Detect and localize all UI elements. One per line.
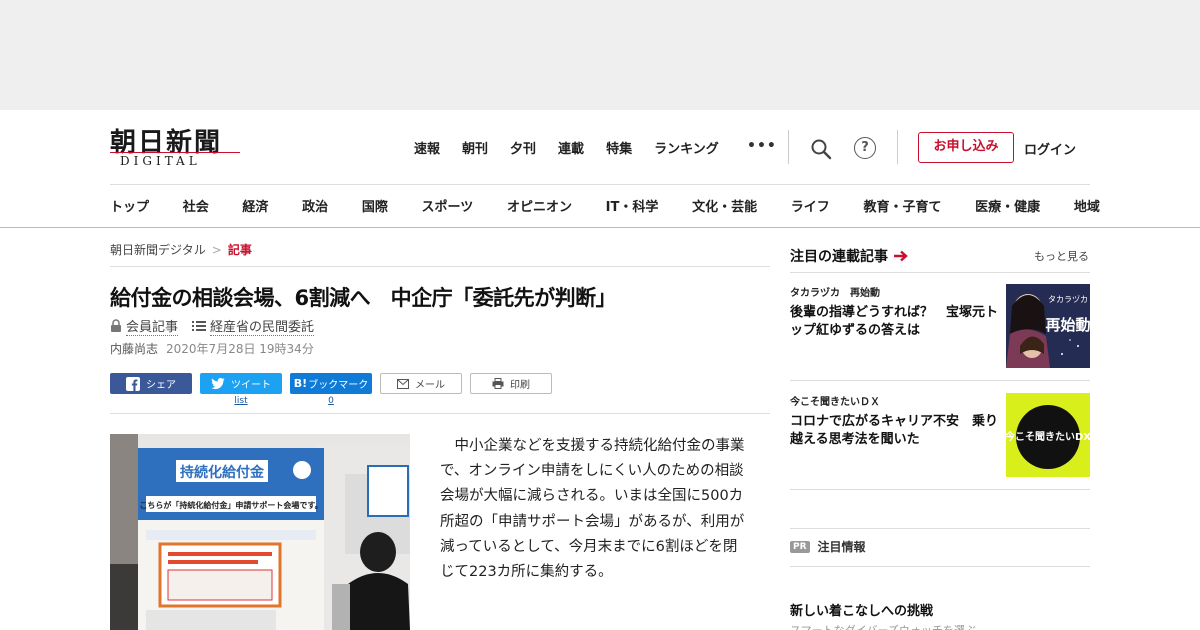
hatena-bookmark-label: ブックマーク [308,380,369,391]
sidebar-divider [790,566,1090,567]
sidebar-more-link[interactable]: もっと見る [1034,248,1089,264]
sidebar-item-takarazuka[interactable]: タカラヅカ 再始動 後輩の指導どうすれば？ 宝塚元トップ紅ゆずるの答えは タカラ… [790,284,1090,368]
publish-date: 2020年7月28日 19時34分 [166,342,314,356]
pr-section: PR 注目情報 [790,538,866,555]
photo-illustration: 持続化給付金 こちらが「持続化給付金」申請サポート会場です。 [110,434,410,630]
search-icon[interactable] [810,138,832,160]
pr-item-title[interactable]: 新しい着こなしへの挑戦 [790,600,933,619]
article-photo[interactable]: 持続化給付金 こちらが「持続化給付金」申請サポート会場です。 [110,434,410,630]
nav-item-ranking[interactable]: ランキング [654,138,719,157]
facebook-share-button[interactable]: シェア [110,373,192,394]
nav-item-choukan[interactable]: 朝刊 [462,138,488,157]
category-life[interactable]: ライフ [791,196,830,215]
print-label: 印刷 [510,380,530,391]
tag-member[interactable]: 会員記事 [110,316,179,336]
twitter-share-button[interactable]: ツイート list [200,373,282,406]
login-link[interactable]: ログイン [1024,139,1076,158]
sidebar-divider [790,528,1090,529]
sidebar-item-title[interactable]: 後輩の指導どうすれば？ 宝塚元トップ紅ゆずるの答えは [790,304,1000,340]
author-name: 内藤尚志 [110,342,159,356]
pr-item-subtitle[interactable]: スマートなダイバーズウォッチを選ぶ [790,622,976,630]
lock-icon [111,319,121,332]
sidebar-title-text: 注目の連載記事 [790,249,888,265]
breadcrumb-divider [110,266,770,267]
sidebar-item-thumbnail[interactable]: 今こそ聞きたいDX [1006,393,1090,477]
thumbnail-top-text: タカラヅカ [1048,295,1088,304]
article-headline: 給付金の相談会場、6割減へ 中企庁「委託先が判断」 [110,286,617,310]
sidebar-divider [790,489,1090,490]
tag-series[interactable]: 経産省の民間委託 [192,316,315,336]
breadcrumb-current: 記事 [227,243,252,257]
tag-member-label: 会員記事 [126,316,179,336]
category-it-science[interactable]: IT・科学 [606,196,659,215]
nav-item-tokushu[interactable]: 特集 [606,138,632,157]
category-top[interactable]: トップ [110,196,149,215]
sidebar-title: 注目の連載記事 [790,246,908,266]
header-divider [788,130,789,164]
sidebar-divider [790,272,1090,273]
print-icon [492,378,504,389]
list-icon [192,321,207,331]
article-tags: 会員記事 経産省の民間委託 [110,316,315,336]
top-nav: 速報 朝刊 夕刊 連載 特集 ランキング [414,138,741,157]
arrow-right-icon [894,250,908,262]
pr-label: 注目情報 [817,540,866,554]
share-buttons: シェア ツイート list B! ブックマーク 0 メール 印刷 [110,373,552,406]
mail-share-button[interactable]: メール [380,373,462,394]
hatena-bookmark-button[interactable]: B! ブックマーク 0 [290,373,372,406]
category-economy[interactable]: 経済 [242,196,268,215]
breadcrumb-separator: > [211,243,222,257]
mail-share-label: メール [415,380,445,391]
breadcrumb: 朝日新聞デジタル > 記事 [110,241,252,258]
logo-underline [110,152,240,153]
category-health[interactable]: 医療・健康 [975,196,1040,215]
category-politics[interactable]: 政治 [302,196,328,215]
hatena-count[interactable]: 0 [290,396,372,406]
sidebar-item-title[interactable]: コロナで広がるキャリア不安 乗り越える思考法を聞いた [790,413,1000,449]
sidebar-item-dx[interactable]: 今こそ聞きたいＤＸ コロナで広がるキャリア不安 乗り越える思考法を聞いた 今こそ… [790,393,1090,477]
facebook-share-label: シェア [146,380,176,391]
category-divider [110,184,1090,185]
category-culture[interactable]: 文化・芸能 [692,196,757,215]
pr-badge: PR [790,540,810,553]
dx-thumbnail-image: 今こそ聞きたいDX [1006,393,1090,477]
twitter-count[interactable]: list [200,396,282,406]
breadcrumb-home[interactable]: 朝日新聞デジタル [110,243,206,257]
category-society[interactable]: 社会 [183,196,209,215]
category-bottom-border [0,227,1200,228]
twitter-share-label: ツイート [231,380,271,391]
takarazuka-thumbnail-image: タカラヅカ 再始動 [1006,284,1090,368]
category-nav: トップ 社会 経済 政治 国際 スポーツ オピニオン IT・科学 文化・芸能 ラ… [110,196,1100,215]
category-region[interactable]: 地域 [1074,196,1100,215]
hatena-icon: B! [293,377,308,390]
nav-item-rensai[interactable]: 連載 [558,138,584,157]
dx-thumbnail-text: 今こそ聞きたいDX [1006,430,1090,443]
category-education[interactable]: 教育・子育て [863,196,941,215]
ad-banner [0,0,1200,110]
category-international[interactable]: 国際 [362,196,388,215]
header-divider [897,130,898,164]
more-menu-icon[interactable]: ••• [747,138,777,154]
logo-sub-text: DIGITAL [120,154,201,168]
category-opinion[interactable]: オピニオン [507,196,572,215]
nav-item-yukan[interactable]: 夕刊 [510,138,536,157]
print-button[interactable]: 印刷 [470,373,552,394]
site-logo[interactable]: 朝日新聞 DIGITAL [110,122,245,172]
tag-series-label: 経産省の民間委託 [210,316,315,336]
help-icon[interactable]: ? [854,137,876,159]
sidebar-item-thumbnail[interactable]: タカラヅカ 再始動 [1006,284,1090,368]
category-sports[interactable]: スポーツ [422,196,474,215]
mail-icon [397,378,409,389]
sidebar-divider [790,380,1090,381]
photo-sign-sub: こちらが「持続化給付金」申請サポート会場です。 [139,500,322,510]
share-divider [110,413,770,414]
signup-button[interactable]: お申し込み [918,132,1014,163]
nav-item-sokuho[interactable]: 速報 [414,138,440,157]
thumbnail-main-text: 再始動 [1045,316,1090,334]
photo-sign-title: 持続化給付金 [180,464,265,481]
facebook-icon [126,376,140,391]
article-body: 中小企業などを支援する持続化給付金の事業で、オンライン申請をしにくい人のための相… [440,438,745,581]
byline: 内藤尚志 2020年7月28日 19時34分 [110,340,314,357]
twitter-icon [211,377,225,389]
